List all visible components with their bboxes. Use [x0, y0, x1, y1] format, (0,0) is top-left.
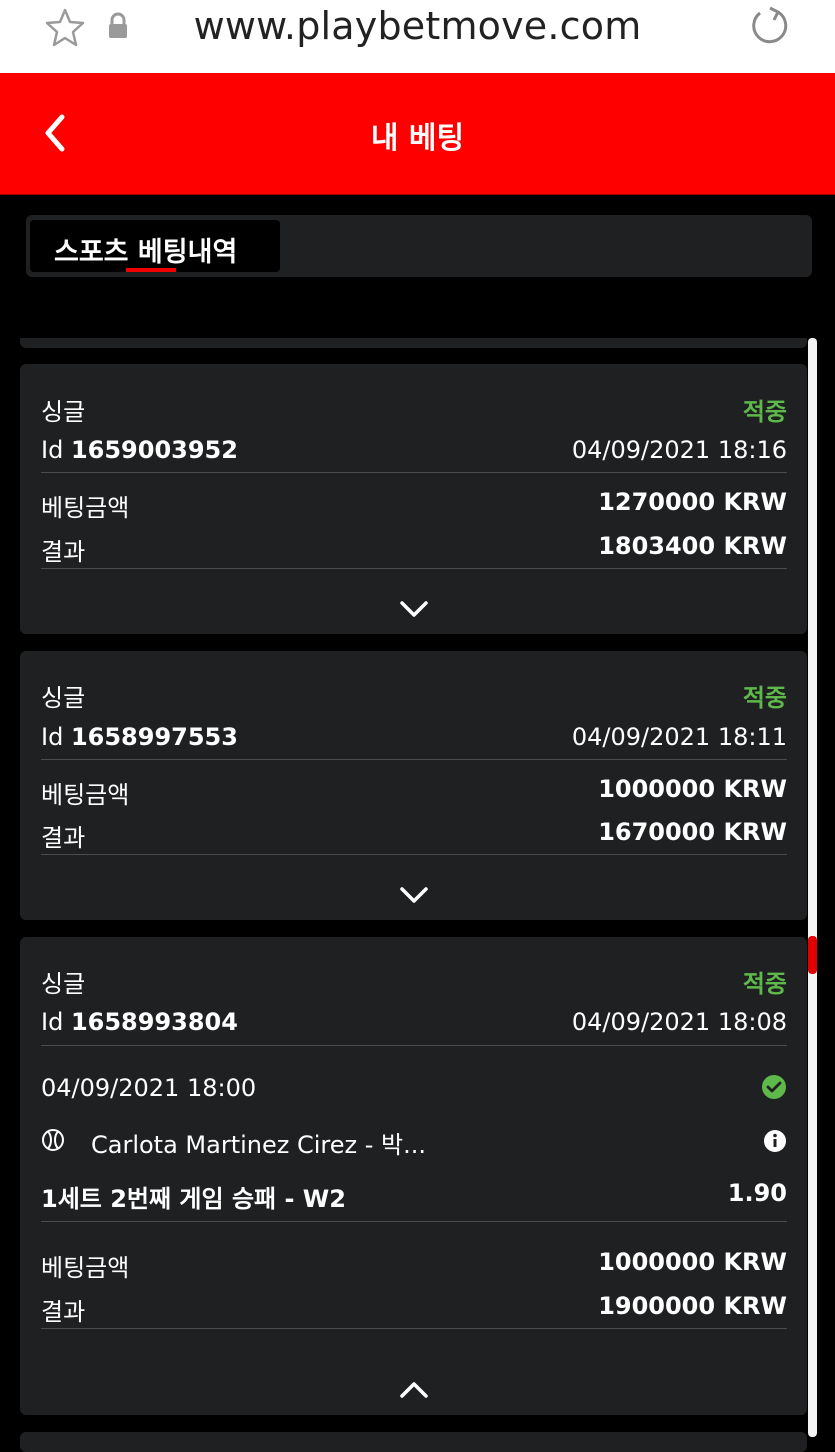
- event-match[interactable]: Carlota Martinez Cirez - 박...: [91, 1125, 426, 1160]
- page-title: 내 베팅: [370, 121, 465, 156]
- result-label: 결과: [41, 1298, 86, 1326]
- tennis-ball-icon: [42, 1129, 64, 1151]
- bet-id: Id 1658993804: [41, 1008, 238, 1036]
- bet-status-badge: 적중: [742, 398, 787, 426]
- stake-value: 1000000 KRW: [598, 775, 787, 803]
- reload-icon[interactable]: [748, 4, 792, 48]
- event-datetime: 04/09/2021 18:00: [41, 1074, 257, 1102]
- bet-id: Id 1659003952: [41, 436, 238, 464]
- result-value: 1803400 KRW: [598, 532, 787, 560]
- check-circle-icon: [762, 1075, 786, 1099]
- result-value: 1900000 KRW: [598, 1292, 787, 1320]
- tab-bar: 스포츠 베팅내역: [26, 215, 812, 277]
- chevron-down-icon[interactable]: [398, 598, 430, 620]
- divider: [41, 854, 787, 855]
- chevron-down-icon[interactable]: [398, 884, 430, 906]
- url-text[interactable]: www.playbetmove.com: [0, 4, 835, 48]
- stake-value: 1000000 KRW: [598, 1248, 787, 1276]
- bet-type: 싱글: [41, 684, 86, 712]
- result-label: 결과: [41, 538, 86, 566]
- bet-status-badge: 적중: [742, 684, 787, 712]
- browser-address-bar: www.playbetmove.com: [0, 0, 835, 73]
- stake-value: 1270000 KRW: [598, 488, 787, 516]
- stake-label: 베팅금액: [41, 781, 130, 809]
- divider: [41, 1221, 787, 1222]
- bet-card-partial: [20, 1432, 807, 1452]
- result-label: 결과: [41, 824, 86, 852]
- chevron-up-icon[interactable]: [398, 1379, 430, 1401]
- bet-card-expanded: 싱글 적중 Id 1658993804 04/09/2021 18:08 04/…: [20, 937, 807, 1415]
- bet-type: 싱글: [41, 970, 86, 998]
- bet-datetime: 04/09/2021 18:08: [571, 1008, 787, 1036]
- result-value: 1670000 KRW: [598, 818, 787, 846]
- divider: [41, 759, 787, 760]
- scrollbar[interactable]: [808, 338, 817, 1437]
- divider: [41, 1328, 787, 1329]
- scrollbar-thumb[interactable]: [808, 936, 817, 974]
- app-header: 내 베팅: [0, 73, 835, 195]
- tab-sports-bets[interactable]: 스포츠 베팅내역: [30, 220, 280, 272]
- event-market: 1세트 2번째 게임 승패 - W2: [41, 1185, 346, 1213]
- bet-id: Id 1658997553: [41, 723, 238, 751]
- bet-status-badge: 적중: [742, 970, 787, 998]
- bet-datetime: 04/09/2021 18:16: [571, 436, 787, 464]
- bet-type: 싱글: [41, 398, 86, 426]
- stake-label: 베팅금액: [41, 494, 130, 522]
- bet-datetime: 04/09/2021 18:11: [571, 723, 787, 751]
- divider: [41, 472, 787, 473]
- bet-card: 싱글 적중 Id 1658997553 04/09/2021 18:11 베팅금…: [20, 651, 807, 920]
- info-icon[interactable]: [763, 1129, 787, 1153]
- bet-card: 싱글 적중 Id 1659003952 04/09/2021 18:16 베팅금…: [20, 364, 807, 634]
- event-odds: 1.90: [727, 1179, 787, 1207]
- divider: [41, 568, 787, 569]
- list-card-partial: [20, 338, 807, 348]
- stake-label: 베팅금액: [41, 1254, 130, 1282]
- tab-active-indicator: [126, 268, 176, 272]
- divider: [41, 1045, 787, 1046]
- tab-label: 스포츠 베팅내역: [54, 237, 238, 268]
